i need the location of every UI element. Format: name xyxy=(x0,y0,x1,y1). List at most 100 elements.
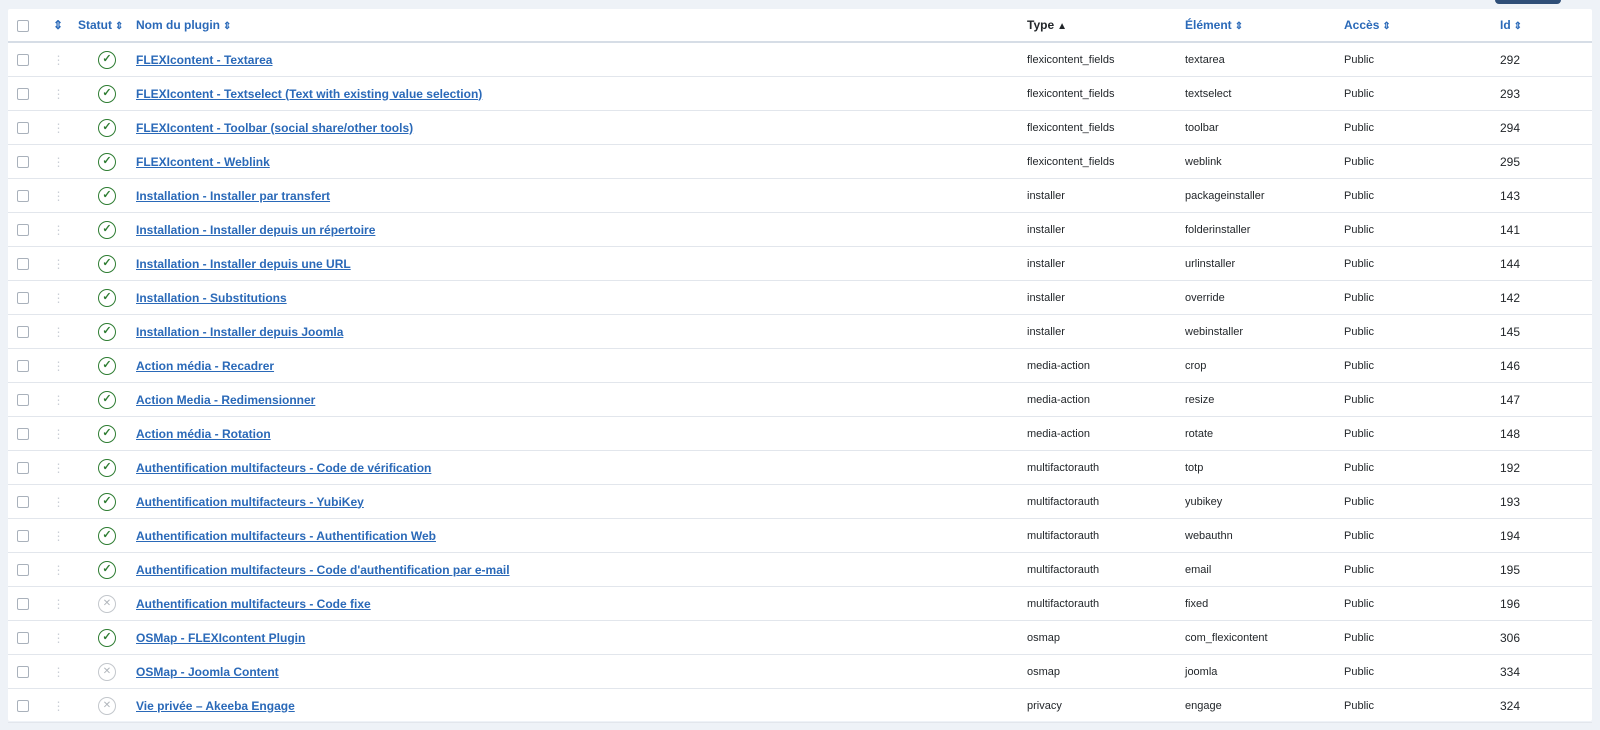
sort-icon[interactable]: ⇕ xyxy=(53,18,63,32)
select-all-checkbox[interactable] xyxy=(17,19,29,32)
row-checkbox[interactable] xyxy=(17,529,29,542)
access-column-header[interactable]: Accès ⇕ xyxy=(1344,9,1500,43)
check-circle-icon[interactable]: ✓ xyxy=(98,254,116,273)
plugin-id: 146 xyxy=(1500,348,1592,383)
plugin-name-link[interactable]: OSMap - FLEXIcontent Plugin xyxy=(136,631,305,645)
drag-handle-icon[interactable]: ⋮ xyxy=(53,597,65,611)
row-checkbox[interactable] xyxy=(17,393,29,406)
row-checkbox[interactable] xyxy=(17,427,29,440)
row-checkbox[interactable] xyxy=(17,325,29,338)
plugin-name-link[interactable]: Action média - Recadrer xyxy=(136,359,274,373)
access-header-label[interactable]: Accès xyxy=(1344,18,1379,32)
drag-handle-icon[interactable]: ⋮ xyxy=(53,699,65,713)
drag-handle-icon[interactable]: ⋮ xyxy=(53,257,65,271)
check-circle-icon[interactable]: ✓ xyxy=(98,118,116,137)
id-header-label[interactable]: Id xyxy=(1500,18,1511,32)
type-header-label[interactable]: Type xyxy=(1027,18,1054,32)
check-circle-icon[interactable]: ✓ xyxy=(98,356,116,375)
row-checkbox[interactable] xyxy=(17,461,29,474)
toolbar-button[interactable] xyxy=(1495,0,1561,4)
row-checkbox[interactable] xyxy=(17,495,29,508)
check-circle-icon[interactable]: ✓ xyxy=(98,84,116,103)
x-circle-icon[interactable]: ✕ xyxy=(98,696,116,715)
plugin-name-link[interactable]: Authentification multifacteurs - Code de… xyxy=(136,461,431,475)
check-circle-icon[interactable]: ✓ xyxy=(98,50,116,69)
plugin-name-link[interactable]: FLEXIcontent - Textselect (Text with exi… xyxy=(136,87,482,101)
plugin-name-link[interactable]: Vie privée – Akeeba Engage xyxy=(136,699,295,713)
element-column-header[interactable]: Élément ⇕ xyxy=(1185,9,1344,43)
plugin-name-link[interactable]: Installation - Installer depuis Joomla xyxy=(136,325,343,339)
plugin-name-link[interactable]: FLEXIcontent - Toolbar (social share/oth… xyxy=(136,121,413,135)
row-checkbox[interactable] xyxy=(17,87,29,100)
row-checkbox[interactable] xyxy=(17,291,29,304)
plugin-name-link[interactable]: Installation - Installer depuis une URL xyxy=(136,257,351,271)
row-checkbox[interactable] xyxy=(17,53,29,66)
drag-handle-icon[interactable]: ⋮ xyxy=(53,189,65,203)
row-checkbox[interactable] xyxy=(17,121,29,134)
check-circle-icon[interactable]: ✓ xyxy=(98,186,116,205)
plugin-name-link[interactable]: Authentification multifacteurs - YubiKey xyxy=(136,495,364,509)
plugin-name-link[interactable]: FLEXIcontent - Textarea xyxy=(136,53,272,67)
plugin-name-link[interactable]: Action Media - Redimensionner xyxy=(136,393,315,407)
id-column-header[interactable]: Id ⇕ xyxy=(1500,9,1592,43)
plugins-table: ⇕ Statut ⇕ Nom du plugin ⇕ Type ▲ Élément ⇕ … xyxy=(8,9,1592,723)
check-circle-icon[interactable]: ✓ xyxy=(98,628,116,647)
table-row: ⋮ ✓ OSMap - FLEXIcontent Plugin osmap com_fl… xyxy=(8,620,1592,655)
ordering-header[interactable]: ⇕ xyxy=(38,9,78,43)
drag-handle-icon[interactable]: ⋮ xyxy=(53,427,65,441)
row-checkbox[interactable] xyxy=(17,359,29,372)
element-header-label[interactable]: Élément xyxy=(1185,18,1232,32)
check-circle-icon[interactable]: ✓ xyxy=(98,220,116,239)
plugin-name-link[interactable]: Authentification multifacteurs - Authent… xyxy=(136,529,436,543)
type-column-header[interactable]: Type ▲ xyxy=(1027,9,1185,43)
row-checkbox[interactable] xyxy=(17,155,29,168)
drag-handle-icon[interactable]: ⋮ xyxy=(53,461,65,475)
plugin-name-link[interactable]: Installation - Substitutions xyxy=(136,291,287,305)
check-circle-icon[interactable]: ✓ xyxy=(98,526,116,545)
drag-handle-icon[interactable]: ⋮ xyxy=(53,53,65,67)
plugin-name-link[interactable]: Installation - Installer depuis un réper… xyxy=(136,223,375,237)
drag-handle-icon[interactable]: ⋮ xyxy=(53,563,65,577)
plugin-name-link[interactable]: FLEXIcontent - Weblink xyxy=(136,155,270,169)
row-checkbox[interactable] xyxy=(17,189,29,202)
drag-handle-icon[interactable]: ⋮ xyxy=(53,393,65,407)
plugin-name-link[interactable]: Installation - Installer par transfert xyxy=(136,189,330,203)
drag-handle-icon[interactable]: ⋮ xyxy=(53,121,65,135)
drag-handle-icon[interactable]: ⋮ xyxy=(53,495,65,509)
check-circle-icon[interactable]: ✓ xyxy=(98,458,116,477)
check-circle-icon[interactable]: ✓ xyxy=(98,390,116,409)
row-checkbox[interactable] xyxy=(17,631,29,644)
drag-handle-icon[interactable]: ⋮ xyxy=(53,631,65,645)
row-checkbox[interactable] xyxy=(17,665,29,678)
row-checkbox[interactable] xyxy=(17,699,29,712)
plugin-name-link[interactable]: Action média - Rotation xyxy=(136,427,271,441)
drag-handle-icon[interactable]: ⋮ xyxy=(53,359,65,373)
check-circle-icon[interactable]: ✓ xyxy=(98,288,116,307)
check-circle-icon[interactable]: ✓ xyxy=(98,424,116,443)
row-checkbox[interactable] xyxy=(17,257,29,270)
drag-handle-icon[interactable]: ⋮ xyxy=(53,223,65,237)
drag-handle-icon[interactable]: ⋮ xyxy=(53,155,65,169)
x-circle-icon[interactable]: ✕ xyxy=(98,594,116,613)
row-checkbox[interactable] xyxy=(17,597,29,610)
check-circle-icon[interactable]: ✓ xyxy=(98,492,116,511)
row-checkbox[interactable] xyxy=(17,563,29,576)
drag-handle-icon[interactable]: ⋮ xyxy=(53,325,65,339)
check-circle-icon[interactable]: ✓ xyxy=(98,322,116,341)
name-header-label[interactable]: Nom du plugin xyxy=(136,18,220,32)
plugin-name-link[interactable]: Authentification multifacteurs - Code d'… xyxy=(136,563,510,577)
status-header-label[interactable]: Statut xyxy=(78,18,112,32)
drag-handle-icon[interactable]: ⋮ xyxy=(53,87,65,101)
row-checkbox[interactable] xyxy=(17,223,29,236)
drag-handle-icon[interactable]: ⋮ xyxy=(53,291,65,305)
status-column-header[interactable]: Statut ⇕ xyxy=(78,9,136,43)
drag-handle-icon[interactable]: ⋮ xyxy=(53,529,65,543)
check-circle-icon[interactable]: ✓ xyxy=(98,152,116,171)
drag-handle-icon[interactable]: ⋮ xyxy=(53,665,65,679)
plugin-name-link[interactable]: OSMap - Joomla Content xyxy=(136,665,279,679)
plugin-name-link[interactable]: Authentification multifacteurs - Code fi… xyxy=(136,597,371,611)
x-circle-icon[interactable]: ✕ xyxy=(98,662,116,681)
check-circle-icon[interactable]: ✓ xyxy=(98,560,116,579)
plugin-type: flexicontent_fields xyxy=(1027,144,1185,179)
name-column-header[interactable]: Nom du plugin ⇕ xyxy=(136,9,1027,43)
